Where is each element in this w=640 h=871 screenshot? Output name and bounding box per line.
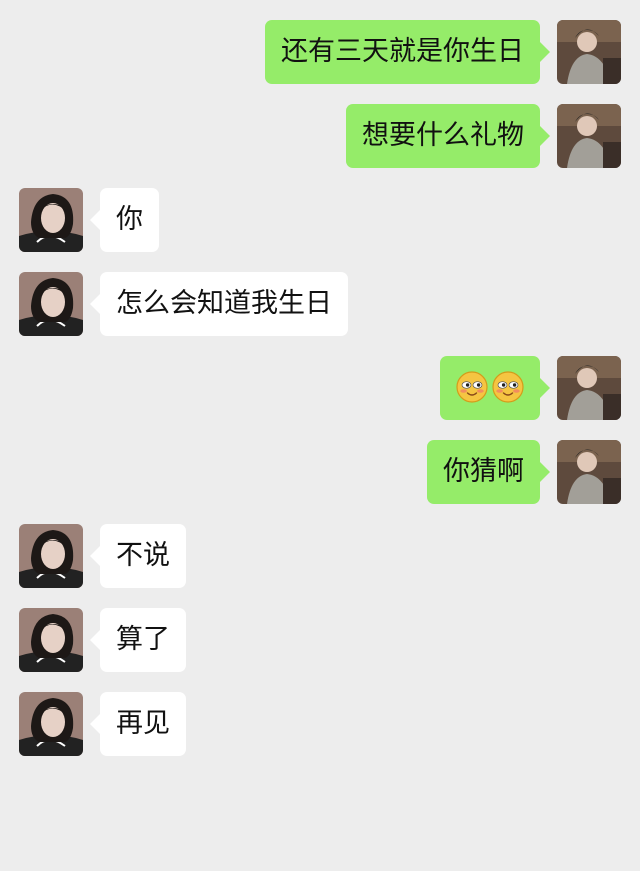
message-text: 不说 <box>116 540 170 571</box>
message-row-received: 你 <box>0 188 640 254</box>
contact-avatar[interactable] <box>19 608 83 672</box>
message-row-received: 不说 <box>0 524 640 590</box>
message-bubble-received[interactable]: 你 <box>90 188 159 252</box>
avatar-image <box>557 440 621 504</box>
message-text: 怎么会知道我生日 <box>116 288 332 319</box>
message-text: 想要什么礼物 <box>362 120 524 151</box>
contact-avatar[interactable] <box>19 188 83 252</box>
avatar-image <box>19 692 83 756</box>
message-row-sent <box>0 356 640 422</box>
message-row-sent: 想要什么礼物 <box>0 104 640 170</box>
message-row-sent: 你猜啊 <box>0 440 640 506</box>
avatar-image <box>557 104 621 168</box>
emoji-group <box>456 370 524 403</box>
avatar-image <box>19 524 83 588</box>
message-row-received: 再见 <box>0 692 640 758</box>
sender-avatar[interactable] <box>557 20 621 84</box>
contact-avatar[interactable] <box>19 524 83 588</box>
avatar-image <box>19 272 83 336</box>
message-row-received: 怎么会知道我生日 <box>0 272 640 338</box>
message-bubble-sent[interactable] <box>440 356 550 420</box>
message-bubble-received[interactable]: 算了 <box>90 608 186 672</box>
message-text: 还有三天就是你生日 <box>281 36 524 67</box>
message-bubble-sent[interactable]: 你猜啊 <box>427 440 550 504</box>
blush-face-icon <box>492 370 524 403</box>
contact-avatar[interactable] <box>19 272 83 336</box>
message-text: 再见 <box>116 708 170 739</box>
avatar-image <box>19 608 83 672</box>
message-row-sent: 还有三天就是你生日 <box>0 20 640 86</box>
avatar-image <box>557 356 621 420</box>
message-text: 你猜啊 <box>443 456 524 487</box>
message-bubble-received[interactable]: 怎么会知道我生日 <box>90 272 348 336</box>
avatar-image <box>19 188 83 252</box>
sender-avatar[interactable] <box>557 356 621 420</box>
contact-avatar[interactable] <box>19 692 83 756</box>
message-bubble-sent[interactable]: 想要什么礼物 <box>346 104 550 168</box>
avatar-image <box>557 20 621 84</box>
message-text: 你 <box>116 204 143 235</box>
sender-avatar[interactable] <box>557 104 621 168</box>
chat-window: 还有三天就是你生日 想要什么礼物 你 怎么会知道我生日 你猜啊 不说 算了 再见 <box>0 0 640 871</box>
sender-avatar[interactable] <box>557 440 621 504</box>
message-bubble-received[interactable]: 不说 <box>90 524 186 588</box>
message-bubble-received[interactable]: 再见 <box>90 692 186 756</box>
message-bubble-sent[interactable]: 还有三天就是你生日 <box>265 20 550 84</box>
message-row-received: 算了 <box>0 608 640 674</box>
message-text: 算了 <box>116 624 170 655</box>
blush-face-icon <box>456 370 488 403</box>
